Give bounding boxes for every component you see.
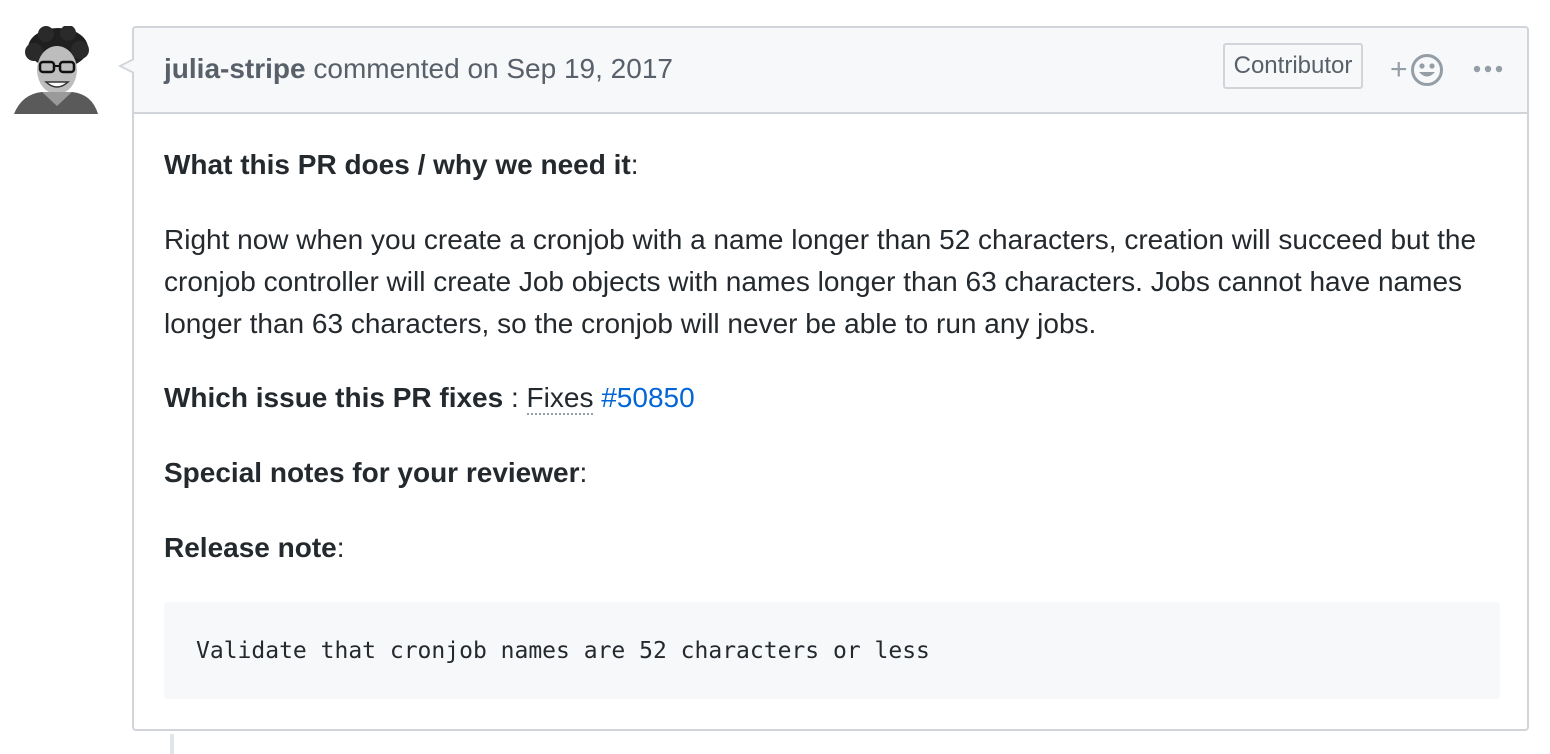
fixes-keyword: Fixes <box>526 382 594 415</box>
section-which-issue: Which issue this PR fixes : Fixes #50850 <box>164 377 695 419</box>
comment-date[interactable]: Sep 19, 2017 <box>506 53 673 84</box>
heading-colon: : <box>630 149 639 180</box>
separator: : <box>503 382 527 413</box>
comment-box: julia-stripe commented on Sep 19, 2017 C… <box>118 26 1529 731</box>
kebab-horizontal-icon <box>1473 65 1503 73</box>
comment-meta: julia-stripe commented on Sep 19, 2017 <box>164 53 673 85</box>
avatar[interactable] <box>12 26 100 114</box>
more-options-button[interactable] <box>1470 54 1506 84</box>
section-special-notes: Special notes for your reviewer: <box>164 452 587 494</box>
smiley-icon <box>1410 54 1443 86</box>
comment-header: julia-stripe commented on Sep 19, 2017 C… <box>134 28 1527 114</box>
section-heading: Which issue this PR fixes <box>164 382 504 413</box>
release-note-code: Validate that cronjob names are 52 chara… <box>196 637 930 664</box>
description-paragraph: Right now when you create a cronjob with… <box>164 224 1477 339</box>
section-heading: What this PR does / why we need it <box>164 149 631 180</box>
release-note-code-block: Validate that cronjob names are 52 chara… <box>164 602 1500 699</box>
issue-link[interactable]: #50850 <box>601 382 694 413</box>
plus-icon: + <box>1390 53 1408 86</box>
heading-colon: : <box>336 532 345 563</box>
author-link[interactable]: julia-stripe <box>164 53 306 84</box>
section-heading: Special notes for your reviewer <box>164 457 580 488</box>
timeline-connector <box>170 734 174 754</box>
comment-action: commented on <box>313 53 499 84</box>
add-reaction-button[interactable]: + <box>1390 50 1448 90</box>
section-release-note: Release note: <box>164 527 345 569</box>
role-badge: Contributor <box>1223 43 1363 89</box>
section-what-this-pr-does: What this PR does / why we need it: <box>164 144 639 186</box>
heading-colon: : <box>579 457 588 488</box>
section-heading: Release note <box>164 532 337 563</box>
avatar-image <box>12 26 100 114</box>
